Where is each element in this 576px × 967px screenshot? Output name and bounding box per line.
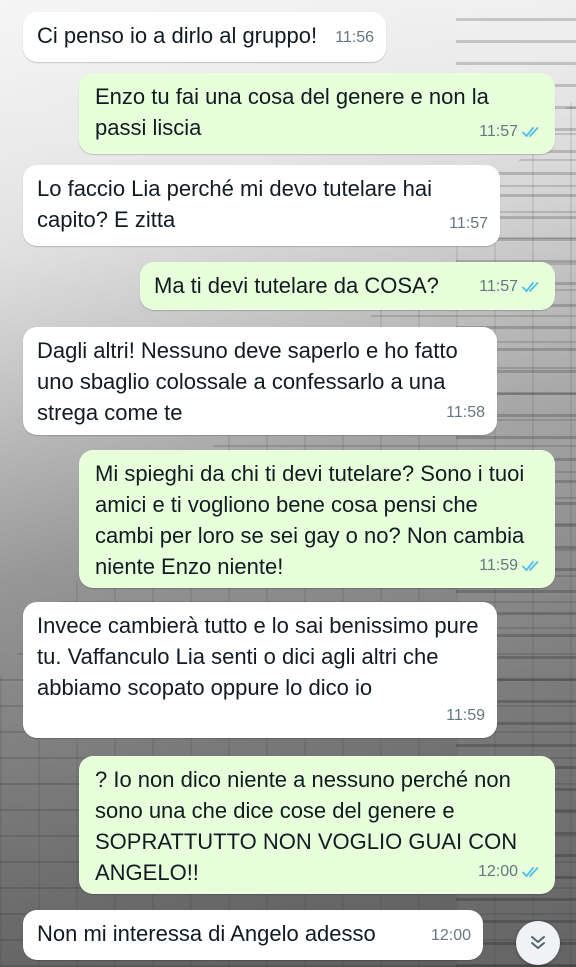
message-incoming[interactable]: Lo faccio Lia perché mi devo tutelare ha… (23, 165, 500, 246)
message-incoming[interactable]: Dagli altri! Nessuno deve saperlo e ho f… (23, 327, 497, 435)
message-outgoing[interactable]: Mi spieghi da chi ti devi tutelare? Sono… (79, 450, 555, 588)
message-time: 11:59 (479, 557, 518, 574)
double-check-icon (522, 866, 539, 877)
message-text: Ma ti devi tutelare da COSA? (154, 273, 439, 298)
message-meta: 11:56 (335, 22, 374, 53)
message-time: 11:58 (446, 404, 485, 421)
message-outgoing[interactable]: ? Io non dico niente a nessuno perché no… (79, 756, 555, 894)
message-text: ? Io non dico niente a nessuno perché no… (95, 767, 518, 885)
double-check-icon (522, 126, 539, 137)
message-meta: 11:57 (449, 208, 488, 239)
message-time: 11:57 (479, 278, 518, 295)
message-time: 11:56 (335, 29, 374, 46)
message-meta: 11:59 (479, 550, 543, 581)
message-meta: 12:00 (478, 856, 543, 887)
message-text: Mi spieghi da chi ti devi tutelare? Sono… (95, 461, 525, 579)
scroll-to-bottom-button[interactable] (516, 921, 560, 965)
message-time: 11:57 (449, 215, 488, 232)
message-outgoing[interactable]: Enzo tu fai una cosa del genere e non la… (79, 73, 555, 154)
message-meta: 11:59 (446, 700, 485, 731)
message-incoming[interactable]: Invece cambierà tutto e lo sai benissimo… (23, 602, 497, 738)
message-time: 11:57 (479, 123, 518, 140)
message-text: Ci penso io a dirlo al gruppo! (37, 23, 318, 48)
message-time: 11:59 (446, 707, 485, 724)
message-time: 12:00 (430, 927, 471, 944)
message-meta: 11:58 (446, 397, 485, 428)
message-meta: 12:00 (431, 920, 471, 951)
message-text: Dagli altri! Nessuno deve saperlo e ho f… (37, 338, 458, 425)
message-text: Invece cambierà tutto e lo sai benissimo… (37, 613, 479, 700)
double-check-icon (522, 560, 539, 571)
message-incoming[interactable]: Ci penso io a dirlo al gruppo! 11:56 (23, 12, 386, 62)
message-text: Non mi interessa di Angelo adesso (37, 921, 376, 946)
double-check-icon (522, 281, 539, 292)
message-outgoing[interactable]: Ma ti devi tutelare da COSA? 11:57 (140, 262, 555, 310)
message-meta: 11:57 (479, 271, 543, 302)
message-text: Enzo tu fai una cosa del genere e non la… (95, 84, 489, 140)
double-chevron-down-icon (531, 936, 545, 949)
message-text: Lo faccio Lia perché mi devo tutelare ha… (37, 176, 433, 232)
message-time: 12:00 (477, 863, 518, 880)
message-meta: 11:57 (479, 116, 543, 147)
chat-messages[interactable]: Ci penso io a dirlo al gruppo! 11:56 Enz… (0, 0, 576, 967)
message-incoming[interactable]: Non mi interessa di Angelo adesso 12:00 (23, 910, 483, 960)
